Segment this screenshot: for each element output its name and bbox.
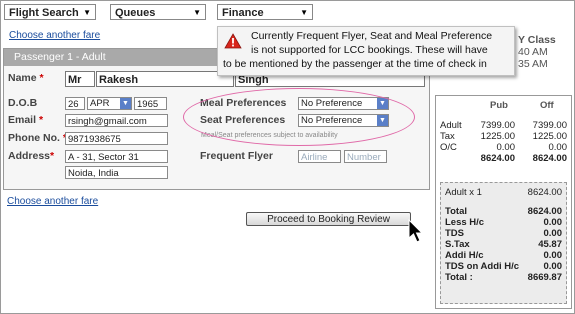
summary-value: 45.87 <box>538 239 562 250</box>
tooltip-message: Currently Frequent Flyer, Seat and Meal … <box>218 29 516 71</box>
departure-time: 40 AM <box>518 46 548 58</box>
summary-label: TDS on Addi H/c <box>445 261 520 272</box>
fare-row-label: O/C <box>440 142 457 153</box>
finance-label: Finance <box>222 7 264 19</box>
address-label: Address* <box>8 150 55 162</box>
frequent-flyer-label: Frequent Flyer <box>200 150 273 162</box>
address-line2-field[interactable]: Noida, India <box>65 166 168 179</box>
chevron-down-icon: ▼ <box>377 98 388 109</box>
phone-field[interactable]: 9871938675 <box>65 132 168 145</box>
summary-value: 0.00 <box>543 217 563 228</box>
choose-another-fare-link-top[interactable]: Choose another fare <box>9 30 100 41</box>
summary-value: 8624.00 <box>527 206 562 217</box>
summary-row: S.Tax 45.87 <box>445 239 562 250</box>
class-label: Y Class <box>518 34 556 46</box>
dob-month-value: APR <box>90 98 110 109</box>
summary-value: 0.00 <box>543 228 563 239</box>
fare-row-off: 0.00 <box>548 142 568 153</box>
fare-row: Tax 1225.00 1225.00 <box>440 131 567 142</box>
summary-value: 0.00 <box>543 250 563 261</box>
fare-row-pub: 0.00 <box>496 142 516 153</box>
summary-label: TDS <box>445 228 464 239</box>
fare-row-pub: 1225.00 <box>480 131 515 142</box>
queues-menu[interactable]: Queues ▼ <box>110 4 206 20</box>
chevron-down-icon: ▼ <box>377 115 388 126</box>
summary-value: 8624.00 <box>527 187 562 198</box>
tooltip-line: is not supported for LCC bookings. These… <box>251 44 488 56</box>
summary-row: TDS 0.00 <box>445 228 562 239</box>
summary-row: TDS on Addi H/c 0.00 <box>445 261 562 272</box>
address-line1-field[interactable]: A - 31, Sector 31 <box>65 150 168 163</box>
chevron-down-icon: ▼ <box>120 98 131 109</box>
fare-row: O/C 0.00 0.00 <box>440 142 567 153</box>
dob-year-field[interactable]: 1965 <box>134 97 167 110</box>
summary-label: Addi H/c <box>445 250 484 261</box>
email-label: Email * <box>8 114 44 126</box>
fare-breakdown-panel: Pub Off Adult 7399.00 7399.00 Tax 1225.0… <box>435 95 572 309</box>
preferences-note: Meal/Seat preferences subject to availab… <box>201 132 338 139</box>
chevron-down-icon: ▼ <box>300 8 308 17</box>
fare-row-off: 7399.00 <box>532 120 567 131</box>
seat-preferences-label: Seat Preferences <box>200 114 286 126</box>
title-field[interactable]: Mr <box>65 71 95 87</box>
summary-label: Adult x 1 <box>445 187 482 198</box>
fare-header-row: Pub Off <box>440 100 567 111</box>
seat-preference-value: No Preference <box>301 115 363 126</box>
top-menu-bar: Flight Search ▼ Queues ▼ Finance ▼ <box>4 4 571 22</box>
dob-day-field[interactable]: 26 <box>65 97 85 110</box>
pub-column-header: Pub <box>490 100 508 111</box>
summary-label: Total <box>445 206 467 217</box>
summary-row: Addi H/c 0.00 <box>445 250 562 261</box>
fare-subtotal-row: 8624.00 8624.00 <box>440 153 567 164</box>
fare-row-off: 1225.00 <box>532 131 567 142</box>
choose-another-fare-link-bottom[interactable]: Choose another fare <box>7 196 98 207</box>
seat-preference-select[interactable]: No Preference ▼ <box>298 114 389 127</box>
fare-summary-box: Adult x 1 8624.00 Total 8624.00 Less H/c… <box>440 182 567 304</box>
summary-value: 8669.87 <box>527 272 562 283</box>
summary-value: 0.00 <box>543 261 563 272</box>
meal-preference-select[interactable]: No Preference ▼ <box>298 97 389 110</box>
queues-label: Queues <box>115 7 156 19</box>
meal-preferences-label: Meal Preferences <box>200 97 287 109</box>
lcc-warning-tooltip: Currently Frequent Flyer, Seat and Meal … <box>217 26 515 76</box>
subtotal-pub: 8624.00 <box>480 153 515 164</box>
chevron-down-icon: ▼ <box>83 8 91 17</box>
fare-row: Adult 7399.00 7399.00 <box>440 120 567 131</box>
finance-menu[interactable]: Finance ▼ <box>217 4 313 20</box>
off-column-header: Off <box>540 100 554 111</box>
ff-number-field[interactable]: Number <box>344 150 387 163</box>
fare-row-pub: 7399.00 <box>480 120 515 131</box>
summary-row: Adult x 1 8624.00 <box>445 187 562 198</box>
summary-row: Total 8624.00 <box>445 206 562 217</box>
chevron-down-icon: ▼ <box>193 8 201 17</box>
flight-search-label: Flight Search <box>9 7 79 19</box>
meal-preference-value: No Preference <box>301 98 363 109</box>
dob-month-select[interactable]: APR ▼ <box>87 97 132 110</box>
summary-label: S.Tax <box>445 239 470 250</box>
summary-row: Less H/c 0.00 <box>445 217 562 228</box>
summary-label: Less H/c <box>445 217 485 228</box>
email-field[interactable]: rsingh@gmail.com <box>65 114 168 127</box>
summary-label: Total : <box>445 272 473 283</box>
fare-row-label: Adult <box>440 120 462 131</box>
tooltip-line: to be mentioned by the passenger at the … <box>223 58 487 70</box>
tooltip-line: Currently Frequent Flyer, Seat and Meal … <box>251 30 493 42</box>
dob-label: D.O.B <box>8 97 38 109</box>
name-label: Name * <box>8 72 44 84</box>
fare-row-label: Tax <box>440 131 455 142</box>
ff-airline-field[interactable]: Airline <box>298 150 341 163</box>
subtotal-off: 8624.00 <box>532 153 567 164</box>
flight-search-menu[interactable]: Flight Search ▼ <box>4 4 96 20</box>
proceed-to-booking-review-button[interactable]: Proceed to Booking Review <box>246 212 411 226</box>
mouse-pointer-icon <box>408 219 424 243</box>
first-name-field[interactable]: Rakesh <box>96 71 234 87</box>
summary-row: Total : 8669.87 <box>445 272 562 283</box>
arrival-time: 35 AM <box>518 58 548 70</box>
phone-label: Phone No. * <box>8 132 67 144</box>
